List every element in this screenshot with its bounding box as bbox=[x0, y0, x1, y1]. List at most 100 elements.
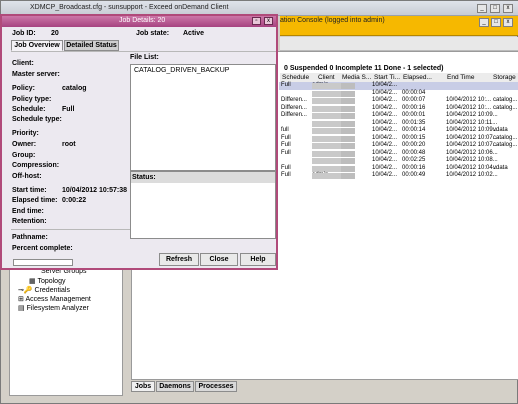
redacted-media bbox=[341, 83, 355, 89]
table-cell: vdata bbox=[493, 164, 508, 171]
col-media[interactable]: Media S... bbox=[342, 74, 371, 81]
table-cell: Full bbox=[281, 134, 291, 141]
redacted-client bbox=[312, 105, 342, 112]
table-cell: 00:00:49 bbox=[402, 172, 426, 178]
tree-item-topology[interactable]: ▦ Topology bbox=[29, 277, 65, 285]
bottom-tabs: Jobs Daemons Processes bbox=[131, 381, 271, 392]
table-cell: 00:00:48 bbox=[402, 149, 426, 156]
table-cell: vdata bbox=[493, 127, 508, 133]
table-cell: 10/04/2... bbox=[372, 119, 398, 126]
col-client[interactable]: Client bbox=[318, 74, 335, 81]
tab-job-overview[interactable]: Job Overview bbox=[11, 40, 63, 51]
file-list-label: File List: bbox=[130, 54, 159, 61]
credentials-icon: ⊸🔑 bbox=[18, 287, 35, 294]
col-start[interactable]: Start Ti... bbox=[374, 74, 400, 81]
tab-processes[interactable]: Processes bbox=[195, 381, 237, 392]
redacted-media bbox=[341, 120, 355, 127]
credentials-label: Credentials bbox=[34, 287, 70, 294]
pathname-label: Pathname: bbox=[12, 234, 48, 241]
progress-bar bbox=[13, 259, 73, 266]
redacted-media bbox=[341, 143, 355, 149]
refresh-button[interactable]: Refresh bbox=[159, 253, 199, 266]
redacted-media bbox=[341, 90, 355, 97]
access-management-label: Access Management bbox=[25, 296, 91, 303]
console-minimize-icon[interactable]: _ bbox=[479, 18, 489, 27]
table-cell: Full bbox=[281, 164, 291, 171]
redacted-client bbox=[312, 135, 342, 142]
redacted-media bbox=[341, 165, 355, 172]
elapsed-time-label: Elapsed time: bbox=[12, 197, 58, 204]
table-cell: 10/04/2... bbox=[372, 127, 398, 133]
tab-detailed-status[interactable]: Detailed Status bbox=[64, 40, 119, 51]
maximize-icon[interactable]: □ bbox=[490, 4, 500, 13]
col-storage[interactable]: Storage bbox=[493, 74, 516, 81]
policy-label: Policy: bbox=[12, 85, 35, 92]
table-cell: 10/04/2012 10:06... bbox=[446, 149, 498, 156]
redacted-media bbox=[341, 105, 355, 112]
table-cell: 10/04/2... bbox=[372, 134, 398, 141]
table-cell: Full bbox=[281, 82, 291, 88]
redacted-media bbox=[341, 158, 355, 164]
job-state-value: Active bbox=[183, 30, 205, 37]
schedule-value: Full bbox=[62, 106, 75, 113]
table-cell: 00:00:15 bbox=[402, 134, 426, 141]
group-label: Group: bbox=[12, 152, 36, 159]
redacted-client bbox=[312, 165, 342, 172]
close-button[interactable]: Close bbox=[200, 253, 238, 266]
dialog-restore-icon[interactable]: ▫ bbox=[252, 17, 261, 25]
table-cell: 10/04/2... bbox=[372, 112, 398, 118]
col-end[interactable]: End Time bbox=[447, 74, 474, 81]
tab-daemons[interactable]: Daemons bbox=[156, 381, 194, 392]
table-cell: 10/04/2... bbox=[372, 142, 398, 148]
table-cell: catalog... bbox=[493, 104, 518, 111]
policy-type-label: Policy type: bbox=[12, 96, 52, 103]
table-cell: 00:00:16 bbox=[402, 164, 426, 171]
client-label: Client: bbox=[12, 60, 34, 67]
table-cell: 10/04/2... bbox=[372, 82, 398, 88]
start-time-label: Start time: bbox=[12, 187, 47, 194]
col-schedule[interactable]: Schedule bbox=[282, 74, 309, 81]
table-cell: 10/04/2012 10:08... bbox=[446, 157, 498, 163]
table-cell: Differen... bbox=[281, 104, 307, 111]
table-cell: catalog... bbox=[493, 97, 518, 103]
owner-value: root bbox=[62, 141, 76, 148]
redacted-media bbox=[341, 135, 355, 142]
table-cell: Full bbox=[281, 172, 291, 178]
dialog-title-bar[interactable]: Job Details: 20 ▫ x bbox=[2, 16, 276, 27]
help-button[interactable]: Help bbox=[240, 253, 276, 266]
table-cell: Full bbox=[281, 149, 291, 156]
redacted-client bbox=[312, 173, 342, 179]
file-list[interactable]: CATALOG_DRIVEN_BACKUP bbox=[130, 64, 276, 171]
job-state-label: Job state: bbox=[136, 30, 170, 37]
file-list-item[interactable]: CATALOG_DRIVEN_BACKUP bbox=[134, 67, 229, 74]
table-cell: 10/04/2012 10:09... bbox=[446, 127, 498, 133]
topology-label: Topology bbox=[37, 278, 66, 285]
tab-divider bbox=[11, 51, 276, 52]
dialog-close-icon[interactable]: x bbox=[264, 17, 273, 25]
console-maximize-icon[interactable]: □ bbox=[491, 18, 501, 27]
tree-item-filesystem-analyzer[interactable]: ▤ Filesystem Analyzer bbox=[18, 304, 89, 312]
redacted-client bbox=[312, 150, 342, 157]
tab-jobs[interactable]: Jobs bbox=[131, 381, 155, 392]
table-cell: 10/04/2... bbox=[372, 164, 398, 171]
console-close-icon[interactable]: x bbox=[503, 18, 513, 27]
table-cell: 10/04/2012 10:... bbox=[446, 104, 492, 111]
table-cell: 00:00:01 bbox=[402, 112, 426, 118]
table-cell: 00:02:25 bbox=[402, 157, 426, 163]
job-id-label: Job ID: bbox=[12, 30, 36, 37]
redacted-media bbox=[341, 98, 355, 104]
table-cell: 00:00:20 bbox=[402, 142, 426, 148]
owner-label: Owner: bbox=[12, 141, 37, 148]
col-elapsed[interactable]: Elapsed... bbox=[403, 74, 432, 81]
percent-complete-label: Percent complete: bbox=[12, 245, 73, 252]
compression-label: Compression: bbox=[12, 162, 60, 169]
schedule-label: Schedule: bbox=[12, 106, 46, 113]
table-cell: 10/04/2012 10:02... bbox=[446, 172, 498, 178]
redacted-client bbox=[312, 128, 342, 134]
minimize-icon[interactable]: _ bbox=[477, 4, 487, 13]
table-cell: 10/04/2... bbox=[372, 157, 398, 163]
tree-item-access-management[interactable]: ⊞ Access Management bbox=[18, 295, 91, 303]
tree-item-credentials[interactable]: ⊸🔑 Credentials bbox=[18, 286, 70, 294]
close-icon[interactable]: x bbox=[503, 4, 513, 13]
priority-label: Priority: bbox=[12, 130, 39, 137]
